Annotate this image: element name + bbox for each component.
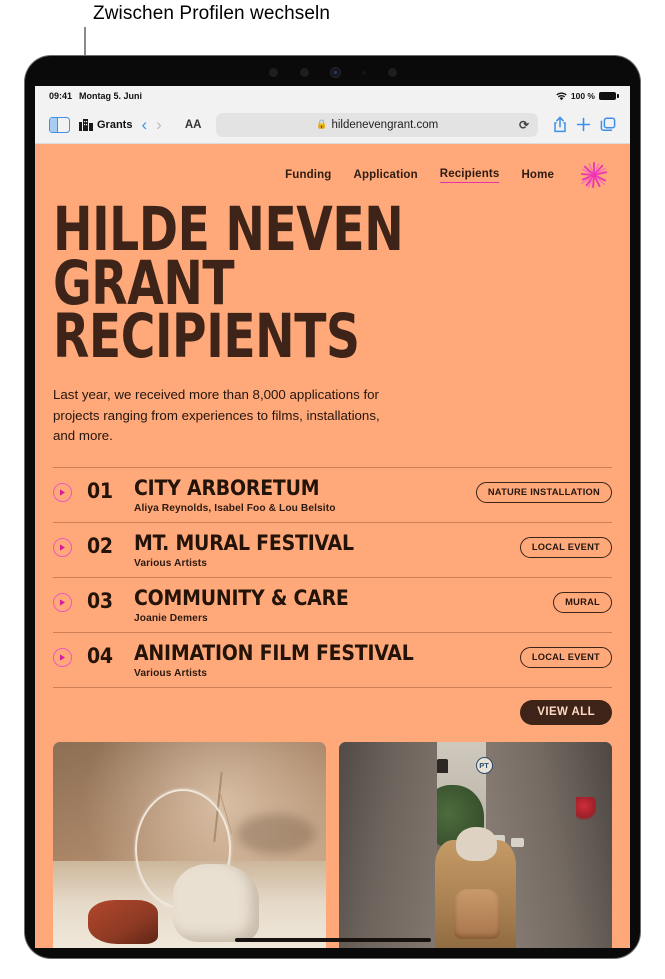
play-arrow-icon[interactable]: [53, 593, 72, 613]
sensor-dot: [387, 68, 397, 77]
row-text: COMMUNITY & CARE Joanie Demers: [134, 587, 553, 624]
wifi-icon: [556, 91, 567, 101]
status-badge: MURAL: [553, 592, 612, 613]
photo-left-buildings: [339, 742, 438, 948]
photo-street-lamp: [437, 759, 449, 774]
photo-flowers: [575, 797, 596, 824]
play-arrow-icon[interactable]: [53, 648, 72, 668]
headline-line-2: GRANT RECIPIENTS: [53, 247, 360, 373]
row-number: 03: [87, 589, 113, 614]
url-text: hildenevengrant.com: [331, 118, 439, 131]
street-alley-walker-photo[interactable]: PT: [339, 742, 612, 948]
address-bar[interactable]: 🔒 hildenevengrant.com ⟳: [216, 112, 538, 137]
row-title: COMMUNITY & CARE: [134, 586, 349, 611]
row-title: ANIMATION FILM FESTIVAL: [134, 641, 414, 666]
share-icon[interactable]: [553, 116, 567, 133]
photo-window-planter: [510, 837, 524, 847]
still-life-sculpture-photo[interactable]: [53, 742, 326, 948]
photo-gallery: PT: [53, 742, 612, 948]
flower-burst-logo[interactable]: [580, 161, 608, 189]
table-row[interactable]: 01 CITY ARBORETUM Aliya Reynolds, Isabel…: [53, 467, 612, 522]
row-artists: Joanie Demers: [134, 613, 208, 625]
battery-icon: [599, 91, 619, 101]
status-bar: 09:41 Montag 5. Juni 100 %: [35, 86, 630, 106]
status-time: 09:41: [49, 91, 73, 101]
play-arrow-icon[interactable]: [53, 538, 72, 558]
ipad-device: 09:41 Montag 5. Juni 100 % Grants ‹ › AA…: [25, 56, 640, 958]
row-title: MT. MURAL FESTIVAL: [134, 531, 354, 556]
row-artists: Various Artists: [134, 668, 208, 680]
device-screen: 09:41 Montag 5. Juni 100 % Grants ‹ › AA…: [35, 86, 630, 948]
sensor-dot: [268, 68, 278, 77]
photo-pt-sign: PT: [475, 757, 493, 775]
play-arrow-icon[interactable]: [53, 483, 72, 503]
reload-icon[interactable]: ⟳: [519, 118, 529, 132]
sensor-dot: [299, 68, 309, 77]
nav-item-application[interactable]: Application: [354, 169, 418, 181]
intro-paragraph: Last year, we received more than 8,000 a…: [53, 387, 380, 444]
row-number: 04: [87, 644, 113, 669]
webpage-content: Funding Application Recipients Home HILD…: [35, 144, 630, 948]
status-bar-right: 100 %: [556, 91, 619, 101]
page-headline: HILDE NEVEN GRANT RECIPIENTS: [53, 199, 549, 373]
chevron-right-icon[interactable]: ›: [156, 116, 162, 133]
grants-profile-icon: [79, 119, 93, 131]
status-badge: LOCAL EVENT: [519, 537, 612, 558]
row-text: MT. MURAL FESTIVAL Various Artists: [134, 532, 520, 569]
row-artists: Various Artists: [134, 558, 208, 570]
row-number: 02: [87, 534, 113, 559]
sidebar-icon[interactable]: [49, 116, 70, 133]
chevron-left-icon[interactable]: ‹: [141, 116, 147, 133]
table-row[interactable]: 04 ANIMATION FILM FESTIVAL Various Artis…: [53, 632, 612, 689]
table-row[interactable]: 03 COMMUNITY & CARE Joanie Demers MURAL: [53, 577, 612, 632]
battery-percent: 100 %: [570, 91, 595, 101]
screenshot-root: Zwischen Profilen wechseln 09:41 Montag …: [0, 0, 665, 979]
nav-item-recipients[interactable]: Recipients: [439, 168, 500, 183]
row-title: CITY ARBORETUM: [134, 476, 320, 501]
browser-toolbar: Grants ‹ › AA 🔒 hildenevengrant.com ⟳: [35, 106, 630, 144]
photo-person-head: [456, 827, 498, 861]
front-camera-icon: [330, 68, 340, 77]
callout-label: Zwischen Profilen wechseln: [93, 3, 331, 24]
home-indicator[interactable]: [234, 937, 431, 942]
sensor-dot: [361, 70, 366, 75]
tabs-icon[interactable]: [600, 117, 616, 132]
photo-white-rock: [173, 863, 260, 942]
profile-switch-button[interactable]: Grants: [79, 118, 132, 131]
profile-label: Grants: [97, 118, 133, 131]
status-badge: NATURE INSTALLATION: [475, 482, 612, 503]
device-sensor-array: [25, 68, 640, 77]
nav-item-home[interactable]: Home: [521, 169, 554, 181]
text-size-button[interactable]: AA: [185, 119, 202, 131]
row-text: ANIMATION FILM FESTIVAL Various Artists: [134, 642, 520, 679]
row-number: 01: [87, 479, 113, 504]
status-date: Montag 5. Juni: [79, 91, 143, 101]
lock-icon: 🔒: [316, 119, 328, 129]
home-indicator-container: [35, 937, 630, 942]
photo-backpack: [453, 888, 501, 940]
row-text: CITY ARBORETUM Aliya Reynolds, Isabel Fo…: [134, 477, 476, 514]
nav-item-funding[interactable]: Funding: [285, 169, 331, 181]
view-all-container: VIEW ALL: [35, 700, 612, 726]
status-bar-left: 09:41 Montag 5. Juni: [49, 91, 142, 101]
site-navigation: Funding Application Recipients Home: [35, 144, 630, 189]
row-artists: Aliya Reynolds, Isabel Foo & Lou Belsito: [134, 503, 336, 515]
table-row[interactable]: 02 MT. MURAL FESTIVAL Various Artists LO…: [53, 522, 612, 577]
view-all-button[interactable]: VIEW ALL: [520, 700, 612, 726]
status-badge: LOCAL EVENT: [519, 647, 612, 668]
plus-icon[interactable]: [576, 117, 591, 132]
recipients-list: 01 CITY ARBORETUM Aliya Reynolds, Isabel…: [53, 467, 612, 689]
